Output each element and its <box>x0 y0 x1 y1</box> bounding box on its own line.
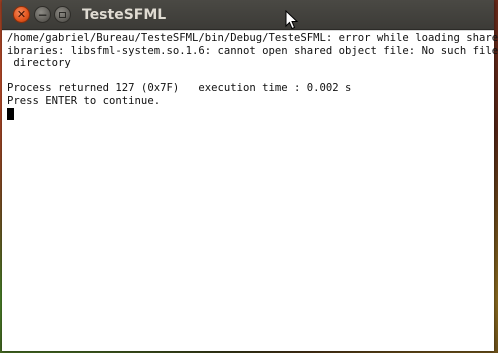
title-bar[interactable]: ✕ − TesteSFML <box>2 0 494 30</box>
minimize-icon: − <box>37 7 48 22</box>
terminal-line: Press ENTER to continue. <box>7 94 161 107</box>
terminal-output[interactable]: /home/gabriel/Bureau/TesteSFML/bin/Debug… <box>2 30 498 351</box>
terminal-line: /home/gabriel/Bureau/TesteSFML/bin/Debug… <box>7 32 498 44</box>
minimize-button[interactable]: − <box>34 6 51 23</box>
maximize-icon <box>59 11 66 18</box>
window-title: TesteSFML <box>82 7 167 23</box>
terminal-window: ✕ − TesteSFML /home/gabriel/Bureau/Teste… <box>2 0 498 351</box>
close-button[interactable]: ✕ <box>13 6 30 23</box>
text-cursor <box>7 107 14 120</box>
maximize-button[interactable] <box>54 6 71 23</box>
terminal-line: Process returned 127 (0x7F) execution ti… <box>7 82 352 95</box>
terminal-line: ibraries: libsfml-system.so.1.6: cannot … <box>7 44 498 57</box>
close-icon: ✕ <box>16 8 27 21</box>
mouse-pointer-icon <box>285 10 299 30</box>
terminal-line: directory <box>7 57 71 70</box>
terminal-text: /home/gabriel/Bureau/TesteSFML/bin/Debug… <box>7 32 498 120</box>
